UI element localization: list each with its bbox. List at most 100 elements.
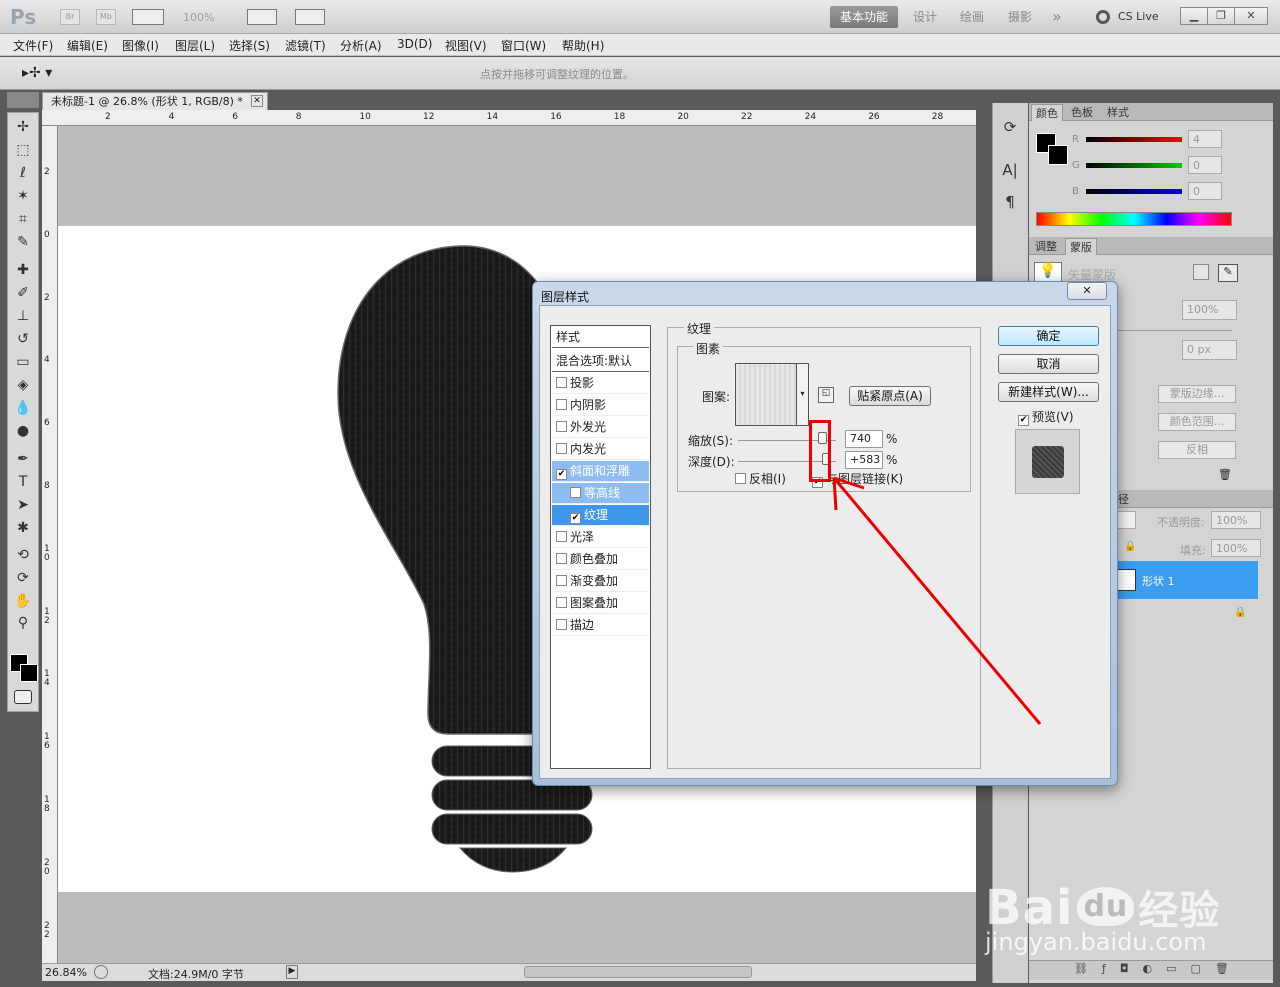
style-item[interactable]: 渐变叠加 xyxy=(552,571,649,592)
arrange-documents-button[interactable] xyxy=(247,9,277,25)
tab-swatches[interactable]: 色板 xyxy=(1067,104,1097,120)
style-item-checkbox[interactable] xyxy=(556,377,567,388)
new-preset-icon[interactable]: ◱ xyxy=(818,387,834,403)
menu-analysis[interactable]: 分析(A) xyxy=(340,37,382,54)
style-item[interactable]: 内阴影 xyxy=(552,395,649,416)
background-color-swatch[interactable] xyxy=(20,664,38,682)
menu-window[interactable]: 窗口(W) xyxy=(501,37,546,54)
cancel-button[interactable]: 取消 xyxy=(998,354,1099,374)
invert-checkbox[interactable]: 反相(I) xyxy=(735,470,786,487)
minimize-button[interactable]: ▁ xyxy=(1180,7,1208,25)
magic-wand-tool-icon[interactable]: ✶ xyxy=(11,186,35,206)
style-item[interactable]: 投影 xyxy=(552,373,649,394)
tab-color[interactable]: 颜色 xyxy=(1031,104,1063,121)
style-item[interactable]: 描边 xyxy=(552,615,649,636)
style-item-checkbox[interactable] xyxy=(556,619,567,630)
color-range-button[interactable]: 颜色范围... xyxy=(1158,413,1236,431)
blending-options-item[interactable]: 混合选项:默认 xyxy=(552,351,649,372)
mask-edge-button[interactable]: 蒙版边缘... xyxy=(1158,385,1236,403)
density-slider[interactable] xyxy=(1118,330,1232,331)
workspace-painting[interactable]: 绘画 xyxy=(950,6,994,28)
cslive-menu[interactable]: CS Live xyxy=(1118,10,1159,23)
menu-file[interactable]: 文件(F) xyxy=(13,37,53,54)
blue-value[interactable]: 0 xyxy=(1188,182,1222,200)
menu-select[interactable]: 选择(S) xyxy=(229,37,270,54)
hand-tool-icon[interactable]: ✋ xyxy=(11,591,35,611)
style-item-checkbox[interactable]: ✔ xyxy=(556,469,567,480)
eyedropper-tool-icon[interactable]: ✎ xyxy=(11,232,35,252)
horizontal-scrollbar-thumb[interactable] xyxy=(524,966,752,978)
style-item[interactable]: 颜色叠加 xyxy=(552,549,649,570)
scale-field[interactable]: 740 xyxy=(845,430,883,448)
marquee-tool-icon[interactable]: ⬚ xyxy=(11,140,35,160)
zoom-level-select[interactable]: 100% xyxy=(183,11,214,24)
close-document-icon[interactable]: ✕ xyxy=(251,95,263,107)
document-tab[interactable]: 未标题-1 @ 26.8% (形状 1, RGB/8) * ✕ xyxy=(42,92,268,110)
invert-mask-button[interactable]: 反相 xyxy=(1158,441,1236,459)
new-style-button[interactable]: 新建样式(W)... xyxy=(998,382,1099,402)
healing-brush-tool-icon[interactable]: ✚ xyxy=(11,260,35,280)
layers-footer-icons[interactable]: ⛓ƒ◘◐▭▢🗑 xyxy=(1074,962,1243,975)
minibridge-button[interactable]: Mb xyxy=(96,9,116,25)
preview-checkbox[interactable]: ✔ 预览(V) xyxy=(1018,408,1074,426)
snap-to-origin-button[interactable]: 贴紧原点(A) xyxy=(849,386,931,406)
dodge-tool-icon[interactable]: ● xyxy=(11,421,35,441)
character-panel-icon[interactable]: A| xyxy=(998,161,1022,183)
lock-icon[interactable]: 🔒 xyxy=(1124,541,1136,552)
add-vector-mask-button[interactable]: ✎ xyxy=(1218,264,1238,282)
close-window-button[interactable]: ✕ xyxy=(1234,7,1268,25)
menu-layer[interactable]: 图层(L) xyxy=(175,37,215,54)
style-item-checkbox[interactable] xyxy=(556,531,567,542)
blue-slider[interactable] xyxy=(1086,189,1182,194)
zoom-readout[interactable]: 26.84% xyxy=(45,966,87,979)
bridge-button[interactable]: Br xyxy=(60,9,80,25)
crop-tool-icon[interactable]: ⌗ xyxy=(11,209,35,229)
style-item-checkbox[interactable] xyxy=(556,553,567,564)
fill-field[interactable]: 100% xyxy=(1211,539,1261,557)
move-tool-icon[interactable]: ✢ xyxy=(11,117,35,137)
screen-mode-button[interactable] xyxy=(295,9,325,25)
layer-row-shape1[interactable]: 形状 1 xyxy=(1114,561,1258,599)
menu-image[interactable]: 图像(I) xyxy=(122,37,159,54)
style-item[interactable]: 图案叠加 xyxy=(552,593,649,614)
style-item[interactable]: 内发光 xyxy=(552,439,649,460)
style-item-checkbox[interactable] xyxy=(556,443,567,454)
history-panel-icon[interactable]: ⟳ xyxy=(998,118,1022,140)
tab-adjustments[interactable]: 调整 xyxy=(1031,238,1061,254)
styles-header[interactable]: 样式 xyxy=(552,327,649,348)
type-tool-icon[interactable]: T xyxy=(11,472,35,492)
red-slider[interactable] xyxy=(1086,137,1182,142)
lasso-tool-icon[interactable]: ℓ xyxy=(11,163,35,183)
green-slider[interactable] xyxy=(1086,163,1182,168)
dialog-close-button[interactable]: ✕ xyxy=(1067,282,1107,300)
view-extras-button[interactable] xyxy=(132,9,164,25)
workspace-design[interactable]: 设计 xyxy=(903,6,947,28)
pen-tool-icon[interactable]: ✒ xyxy=(11,449,35,469)
color-spectrum-bar[interactable] xyxy=(1036,212,1232,226)
more-workspaces-button[interactable]: » xyxy=(1042,6,1072,28)
path-selection-tool-icon[interactable]: ➤ xyxy=(11,495,35,515)
eraser-tool-icon[interactable]: ▭ xyxy=(11,352,35,372)
add-pixel-mask-button[interactable] xyxy=(1193,264,1209,280)
menu-help[interactable]: 帮助(H) xyxy=(562,37,604,54)
opacity-field[interactable]: 100% xyxy=(1211,511,1261,529)
menu-filter[interactable]: 滤镜(T) xyxy=(285,37,326,54)
style-item[interactable]: ✔ 纹理 xyxy=(552,505,649,526)
red-value[interactable]: 4 xyxy=(1188,130,1222,148)
quick-mask-button[interactable] xyxy=(14,690,32,704)
style-item-checkbox[interactable]: ✔ xyxy=(570,513,581,524)
menu-edit[interactable]: 编辑(E) xyxy=(67,37,108,54)
style-item-checkbox[interactable] xyxy=(556,421,567,432)
workspace-essentials[interactable]: 基本功能 xyxy=(830,6,899,28)
style-item[interactable]: 外发光 xyxy=(552,417,649,438)
style-item-checkbox[interactable] xyxy=(556,399,567,410)
pattern-dropdown-arrow[interactable]: ▾ xyxy=(796,363,809,426)
3d-orbit-tool-icon[interactable]: ⟳ xyxy=(11,568,35,588)
clone-stamp-tool-icon[interactable]: ⊥ xyxy=(11,306,35,326)
status-menu-arrow[interactable]: ▶ xyxy=(286,965,298,979)
blur-tool-icon[interactable]: 💧 xyxy=(11,398,35,418)
mask-density-field[interactable]: 100% xyxy=(1182,300,1237,320)
color-bg-swatch[interactable] xyxy=(1048,145,1068,165)
style-item[interactable]: ✔ 斜面和浮雕 xyxy=(552,461,649,482)
style-item[interactable]: 等高线 xyxy=(552,483,649,504)
